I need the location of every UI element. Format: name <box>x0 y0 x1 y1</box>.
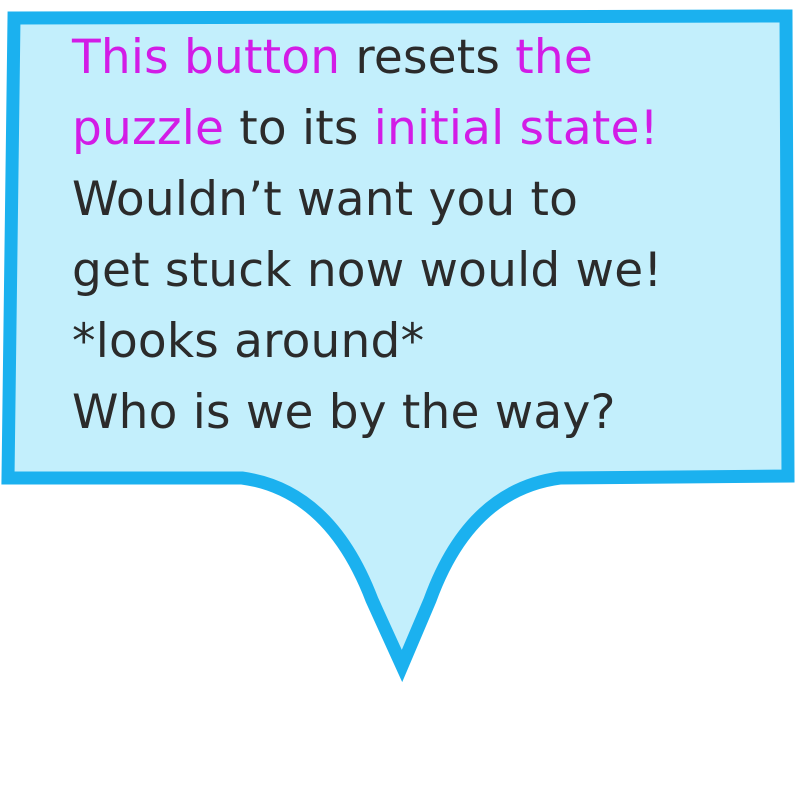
dialog-line-6: Who is we by the way? <box>72 385 616 440</box>
dialog-text: This button resets the puzzle to its ini… <box>72 22 772 448</box>
dialog-text-to-its: to its <box>224 101 374 156</box>
dialog-text-resets: resets <box>340 30 516 85</box>
tutorial-dialog: This button resets the puzzle to its ini… <box>0 0 800 800</box>
dialog-highlight-initial-state: initial state! <box>373 101 659 156</box>
dialog-highlight-the: the <box>515 30 593 85</box>
dialog-highlight-this-button: This button <box>72 30 341 85</box>
dialog-line-2: puzzle to its initial state! <box>72 93 772 164</box>
dialog-line-4: get stuck now would we! <box>72 243 663 298</box>
dialog-line-1: This button resets the <box>72 22 772 93</box>
dialog-line-3: Wouldn’t want you to <box>72 172 579 227</box>
dialog-highlight-puzzle: puzzle <box>72 101 225 156</box>
dialog-line-5: *looks around* <box>72 314 425 369</box>
